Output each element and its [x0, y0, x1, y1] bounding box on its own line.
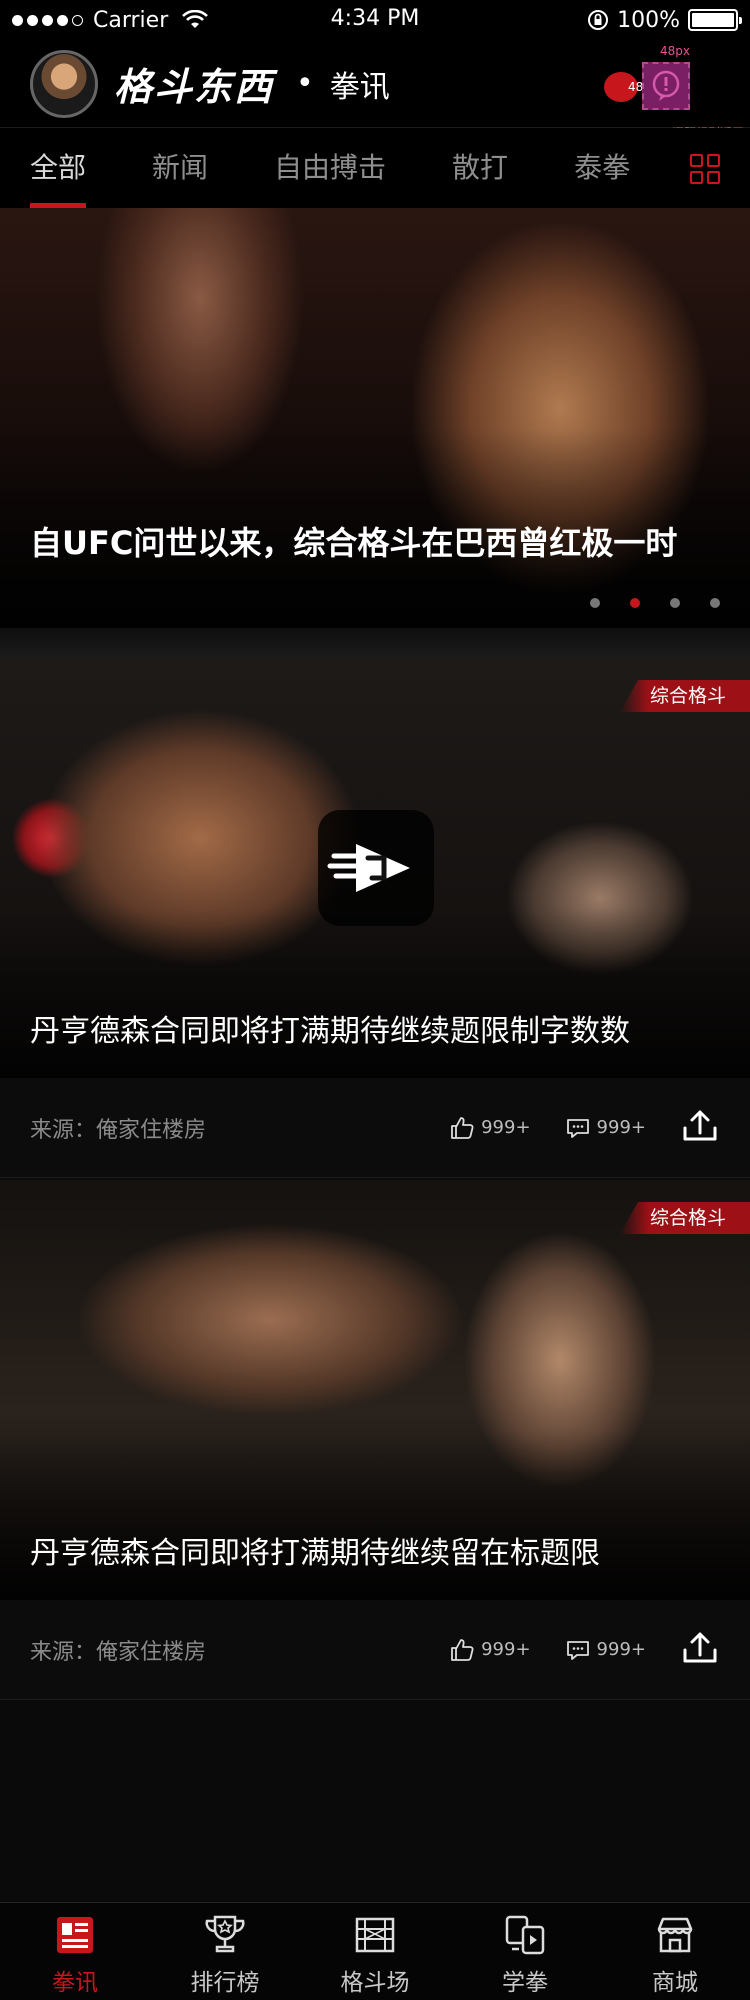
- category-tag[interactable]: 综合格斗: [619, 1202, 750, 1234]
- comment-icon: [566, 1640, 589, 1660]
- section-divider: [0, 628, 750, 658]
- video-learn-icon: [505, 1915, 545, 1955]
- news-source: 来源：俺家住楼房: [30, 1639, 207, 1665]
- news-meta: 来源：俺家住楼房 999+ 999+: [0, 1078, 750, 1178]
- share-button[interactable]: [680, 1628, 720, 1672]
- comment-button[interactable]: 999+: [565, 1637, 646, 1663]
- app-header: 格斗东西 • 拳讯 48px 48px 间距规则适用: [0, 40, 750, 140]
- share-icon: [683, 1632, 717, 1662]
- carrier-name: Carrier: [93, 7, 169, 33]
- news-title: 丹亨德森合同即将打满期待继续留在标题限: [30, 1536, 600, 1571]
- comment-button[interactable]: 999+: [565, 1115, 646, 1141]
- tab-news[interactable]: 新闻: [152, 128, 208, 208]
- like-button[interactable]: 999+: [449, 1115, 531, 1141]
- tab-sanda[interactable]: 散打: [452, 128, 508, 208]
- nav-label: 学拳: [502, 1970, 548, 1996]
- signal-strength-icon: [12, 14, 83, 26]
- tab-muay-thai[interactable]: 泰拳: [574, 128, 630, 208]
- message-icon: [652, 70, 680, 101]
- share-icon: [683, 1110, 717, 1140]
- nav-news[interactable]: 拳讯: [0, 1903, 150, 2000]
- message-button[interactable]: [642, 61, 690, 110]
- hero-title: 自UFC问世以来，综合格斗在巴西曾红极一时: [30, 524, 678, 562]
- grid-menu-icon[interactable]: [690, 154, 720, 184]
- bottom-tab-bar: 拳讯 排行榜 格斗场 学拳 商城: [0, 1902, 750, 2000]
- category-tag[interactable]: 综合格斗: [619, 680, 750, 712]
- news-title: 丹亨德森合同即将打满期待继续题限制字数数: [30, 1014, 630, 1049]
- carousel-dot[interactable]: [590, 598, 600, 608]
- newspaper-icon: [57, 1917, 93, 1953]
- tab-all[interactable]: 全部: [30, 128, 87, 208]
- boxing-ring-icon: [355, 1917, 395, 1953]
- header-separator: •: [296, 66, 314, 101]
- wifi-icon: [182, 10, 209, 28]
- app-logo: 格斗东西: [114, 65, 275, 109]
- comment-count: 999+: [596, 1639, 646, 1660]
- nav-ranking[interactable]: 排行榜: [150, 1903, 300, 2000]
- news-card[interactable]: 综合格斗 丹亨德森合同即将打满期待继续题限制字数数 来源：俺家住楼房 999+: [0, 658, 750, 1178]
- news-source: 来源：俺家住楼房: [30, 1117, 207, 1143]
- comment-icon: [566, 1118, 589, 1138]
- carousel-dot-active[interactable]: [630, 598, 640, 608]
- carousel-indicator: [590, 598, 720, 608]
- nav-label: 商城: [652, 1970, 698, 1996]
- category-tabs: 全部 新闻 自由搏击 散打 泰拳: [0, 128, 750, 208]
- status-bar: Carrier 4:34 PM 100%: [0, 0, 750, 40]
- nav-arena[interactable]: 格斗场: [300, 1903, 450, 2000]
- news-meta: 来源：俺家住楼房 999+ 999+: [0, 1600, 750, 1700]
- hero-banner[interactable]: 自UFC问世以来，综合格斗在巴西曾红极一时: [0, 208, 750, 628]
- size-annotation-width: 48px: [660, 43, 690, 58]
- like-count: 999+: [481, 1639, 531, 1660]
- nav-label: 排行榜: [190, 1970, 260, 1996]
- comment-count: 999+: [596, 1117, 646, 1138]
- trophy-icon: [205, 1915, 245, 1953]
- video-play-button[interactable]: [318, 810, 434, 926]
- nav-label: 拳讯: [52, 1970, 98, 1996]
- carousel-dot[interactable]: [710, 598, 720, 608]
- orientation-lock-icon: [588, 10, 609, 30]
- section-title: 拳讯: [329, 69, 390, 105]
- play-icon: [327, 844, 410, 892]
- news-image[interactable]: 综合格斗 丹亨德森合同即将打满期待继续留在标题限: [0, 1180, 750, 1600]
- like-count: 999+: [481, 1117, 531, 1138]
- nav-learn[interactable]: 学拳: [450, 1903, 600, 2000]
- nav-label: 格斗场: [340, 1970, 410, 1996]
- like-button[interactable]: 999+: [449, 1637, 531, 1663]
- carousel-dot[interactable]: [670, 598, 680, 608]
- thumbs-up-icon: [451, 1116, 474, 1139]
- thumbs-up-icon: [451, 1638, 474, 1661]
- notification-area: 48px 48px: [600, 40, 720, 128]
- news-card[interactable]: 综合格斗 丹亨德森合同即将打满期待继续留在标题限 来源：俺家住楼房 999+ 9…: [0, 1180, 750, 1700]
- store-icon: [657, 1917, 693, 1953]
- share-button[interactable]: [680, 1106, 720, 1150]
- nav-store[interactable]: 商城: [600, 1903, 750, 2000]
- battery-percent: 100%: [617, 7, 680, 33]
- battery-icon: [688, 9, 742, 31]
- tab-kickboxing[interactable]: 自由搏击: [274, 128, 386, 208]
- avatar[interactable]: [30, 49, 98, 118]
- news-image[interactable]: 综合格斗 丹亨德森合同即将打满期待继续题限制字数数: [0, 658, 750, 1078]
